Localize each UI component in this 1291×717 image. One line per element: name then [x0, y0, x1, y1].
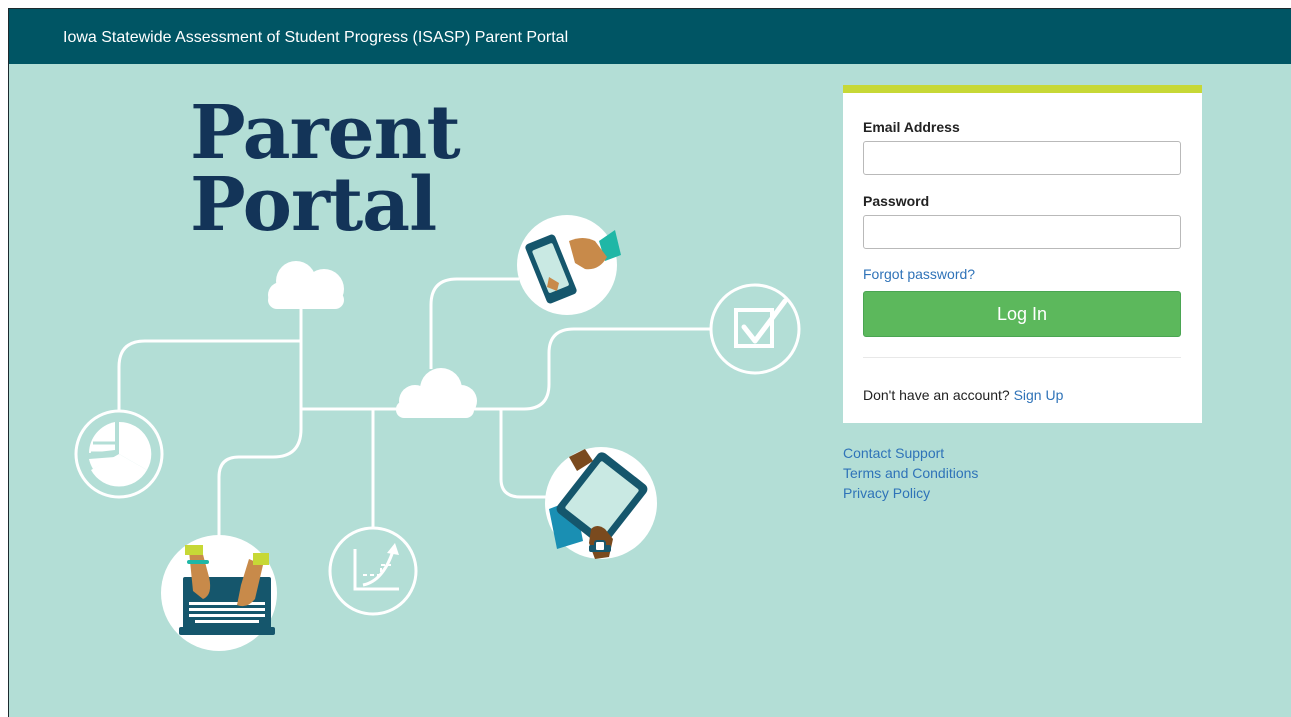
email-input[interactable] — [863, 141, 1181, 175]
forgot-password-link[interactable]: Forgot password? — [863, 266, 975, 282]
signup-link[interactable]: Sign Up — [1014, 387, 1064, 403]
no-account-text: Don't have an account? — [863, 387, 1010, 403]
line-chart-icon — [328, 526, 418, 616]
footer-links: Contact Support Terms and Conditions Pri… — [843, 443, 978, 503]
email-label: Email Address — [863, 119, 960, 135]
pie-chart-icon — [74, 409, 164, 499]
tablet-hand-icon — [545, 447, 657, 559]
contact-support-link[interactable]: Contact Support — [843, 443, 978, 463]
login-button[interactable]: Log In — [863, 291, 1181, 337]
network-illustration — [74, 215, 801, 651]
login-card: Email Address Password Forgot password? … — [843, 85, 1202, 423]
cloud-icon — [396, 368, 477, 418]
page-frame: Iowa Statewide Assessment of Student Pro… — [8, 8, 1291, 717]
signup-row: Don't have an account? Sign Up — [863, 387, 1063, 403]
laptop-hands-icon — [161, 535, 277, 651]
cloud-icon — [268, 261, 344, 309]
privacy-policy-link[interactable]: Privacy Policy — [843, 483, 978, 503]
smartphone-hand-icon — [517, 215, 621, 315]
checkbox-icon — [709, 283, 801, 375]
password-label: Password — [863, 193, 930, 209]
password-input[interactable] — [863, 215, 1181, 249]
terms-and-conditions-link[interactable]: Terms and Conditions — [843, 463, 978, 483]
card-divider — [863, 357, 1181, 358]
